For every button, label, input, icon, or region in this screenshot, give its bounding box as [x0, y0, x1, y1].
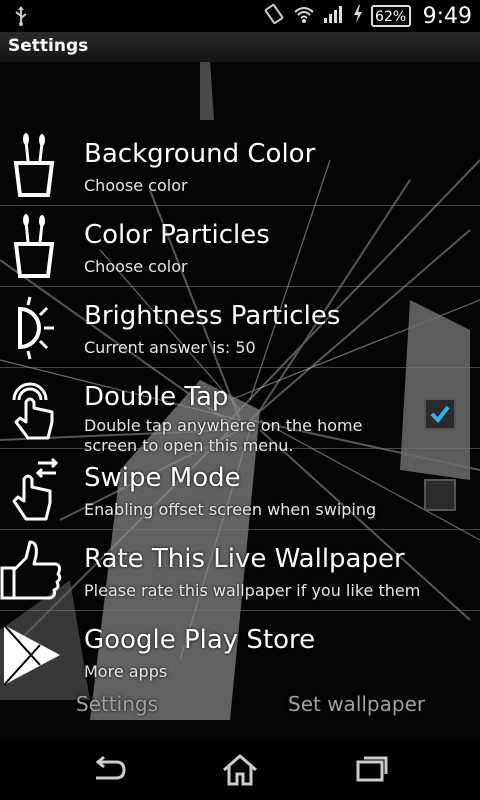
- page-title: Settings: [8, 36, 89, 56]
- set-wallpaper-button[interactable]: Set wallpaper: [288, 692, 425, 716]
- swipe-mode-checkbox[interactable]: [424, 479, 456, 511]
- settings-button[interactable]: Settings: [76, 692, 158, 716]
- play-store-icon: [0, 615, 60, 687]
- wifi-icon: [293, 4, 315, 28]
- signal-icon: [323, 4, 345, 28]
- brightness-icon: [4, 291, 64, 363]
- setting-subtitle: Choose color: [84, 176, 188, 195]
- clock: 9:49: [422, 3, 472, 29]
- setting-title: Swipe Mode: [84, 463, 241, 493]
- thumbs-up-icon: [0, 534, 62, 606]
- setting-title: Background Color: [84, 139, 316, 169]
- swipe-hand-icon: [4, 453, 64, 525]
- setting-subtitle: More apps: [84, 662, 168, 681]
- setting-subtitle: Enabling offset screen when swiping: [84, 500, 377, 519]
- setting-google-play-store[interactable]: Google Play Store More apps: [0, 611, 480, 691]
- setting-title: Rate This Live Wallpaper: [84, 544, 405, 574]
- setting-subtitle: Current answer is: 50: [84, 338, 256, 357]
- battery-percentage: 62%: [375, 9, 407, 25]
- setting-double-tap[interactable]: Double Tap Double tap anywhere on the ho…: [0, 368, 480, 455]
- settings-list: Background Color Choose color Color Part…: [0, 125, 480, 691]
- setting-background-color[interactable]: Background Color Choose color: [0, 125, 480, 206]
- setting-color-particles[interactable]: Color Particles Choose color: [0, 206, 480, 287]
- navigation-bar: [0, 740, 480, 800]
- usb-icon: [14, 6, 28, 30]
- charging-icon: [353, 4, 363, 28]
- setting-brightness-particles[interactable]: Brightness Particles Current answer is: …: [0, 287, 480, 368]
- status-bar: 62% 9:49: [0, 0, 480, 32]
- back-icon[interactable]: [90, 754, 126, 788]
- double-tap-checkbox[interactable]: [424, 398, 456, 430]
- setting-title: Color Particles: [84, 220, 270, 250]
- setting-title: Brightness Particles: [84, 301, 341, 331]
- setting-rate-wallpaper[interactable]: Rate This Live Wallpaper Please rate thi…: [0, 530, 480, 611]
- setting-subtitle: Choose color: [84, 257, 188, 276]
- setting-subtitle: Please rate this wallpaper if you like t…: [84, 581, 421, 600]
- rotate-icon: [263, 3, 285, 29]
- recent-apps-icon[interactable]: [356, 754, 388, 788]
- paint-brushes-icon: [4, 210, 64, 282]
- checkmark-icon: [430, 405, 450, 424]
- battery-icon: 62%: [370, 5, 411, 27]
- setting-title: Google Play Store: [84, 625, 316, 655]
- paint-brushes-icon: [4, 129, 64, 201]
- wallpaper-preview-buttons: Settings Set wallpaper: [0, 692, 480, 732]
- action-bar: Settings: [0, 32, 480, 62]
- setting-title: Double Tap: [84, 382, 229, 412]
- tap-hand-icon: [4, 372, 64, 444]
- setting-swipe-mode[interactable]: Swipe Mode Enabling offset screen when s…: [0, 449, 480, 530]
- home-icon[interactable]: [222, 754, 258, 790]
